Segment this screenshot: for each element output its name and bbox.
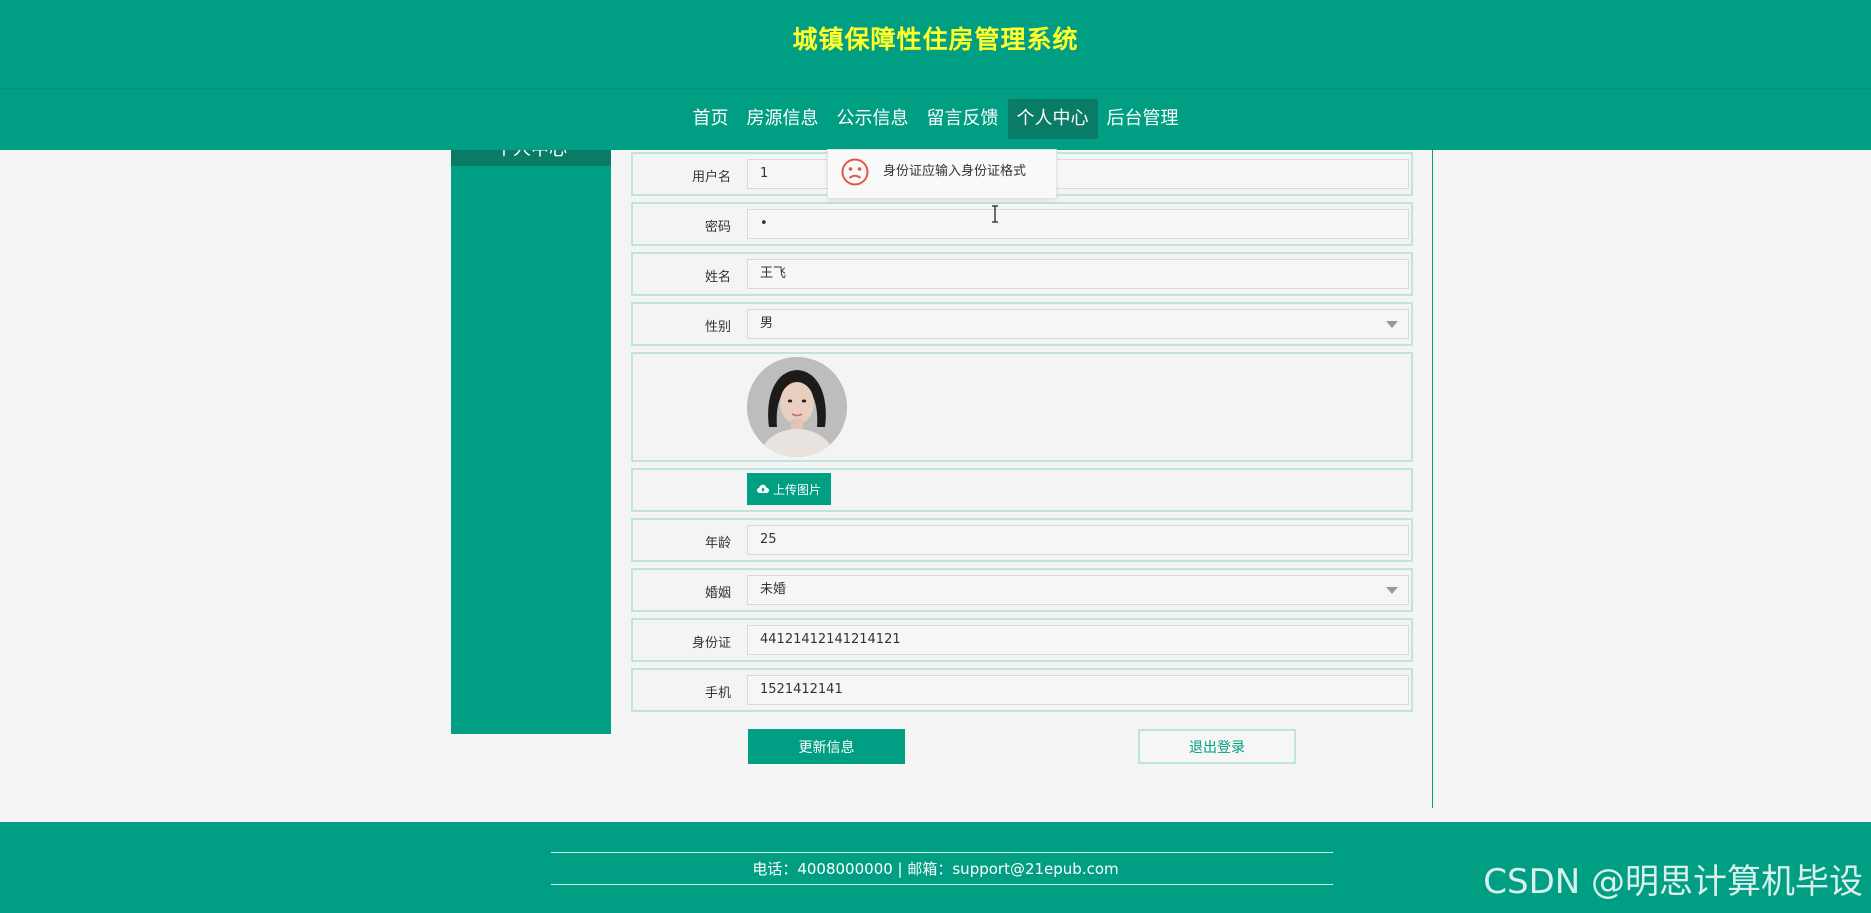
phone-input[interactable]: 1521412141 (747, 675, 1409, 705)
nav-item-feedback[interactable]: 留言反馈 (918, 99, 1008, 139)
sidebar: 个人中心 (451, 150, 611, 734)
nav-item-personal-center[interactable]: 个人中心 (1007, 99, 1098, 139)
form-row-idcard: 身份证 44121412141214121 (631, 618, 1413, 662)
marriage-select-value: 未婚 (760, 582, 787, 597)
header-divider (0, 88, 1871, 89)
upload-image-label: 上传图片 (772, 482, 821, 497)
footer-divider-top (551, 852, 1333, 853)
gender-select[interactable]: 男 (747, 309, 1409, 339)
gender-label: 性别 (704, 320, 731, 335)
form-row-phone: 手机 1521412141 (631, 668, 1413, 712)
watermark: CSDN @明思计算机毕设 (1483, 862, 1863, 902)
password-input[interactable]: • (747, 209, 1409, 239)
password-label: 密码 (704, 220, 731, 235)
upload-image-button[interactable]: 上传图片 (747, 473, 831, 505)
update-info-button[interactable]: 更新信息 (748, 729, 905, 764)
form-row-password: 密码 • (631, 202, 1413, 246)
marriage-label: 婚姻 (704, 586, 731, 601)
page: 城镇保障性住房管理系统 首页 房源信息 公示信息 留言反馈 个人中心 后台管理 … (0, 0, 1871, 913)
site-title: 城镇保障性住房管理系统 (792, 25, 1079, 54)
sad-face-icon (841, 158, 869, 186)
tooltip-message: 身份证应输入身份证格式 (883, 164, 1027, 179)
age-label: 年龄 (704, 536, 731, 551)
chevron-down-icon (1386, 321, 1398, 328)
cloud-upload-icon (756, 484, 769, 493)
sidebar-title[interactable]: 个人中心 (451, 150, 611, 166)
nav-item-notice[interactable]: 公示信息 (828, 99, 918, 139)
form-row-name: 姓名 王飞 (631, 252, 1413, 296)
footer-divider-bottom (551, 884, 1333, 885)
idcard-input[interactable]: 44121412141214121 (747, 625, 1409, 655)
phone-label: 手机 (704, 686, 731, 701)
name-label: 姓名 (704, 270, 731, 285)
form-row-avatar (631, 352, 1413, 462)
text-cursor-icon (992, 205, 998, 223)
form-row-upload: 上传图片 (631, 468, 1413, 512)
name-input[interactable]: 王飞 (747, 259, 1409, 289)
logout-button[interactable]: 退出登录 (1138, 729, 1296, 764)
form-row-gender: 性别 男 (631, 302, 1413, 346)
nav-item-home[interactable]: 首页 (684, 99, 738, 139)
marriage-select[interactable]: 未婚 (747, 575, 1409, 605)
form-row-age: 年龄 25 (631, 518, 1413, 562)
content-divider (1432, 150, 1433, 808)
header: 城镇保障性住房管理系统 首页 房源信息 公示信息 留言反馈 个人中心 后台管理 (0, 0, 1871, 150)
username-label: 用户名 (691, 170, 731, 185)
nav-item-housing[interactable]: 房源信息 (738, 99, 828, 139)
avatar (747, 357, 847, 457)
footer: 电话：4008000000 | 邮箱：support@21epub.com CS… (0, 822, 1871, 913)
chevron-down-icon (1386, 587, 1398, 594)
idcard-label: 身份证 (691, 636, 731, 651)
nav-item-admin[interactable]: 后台管理 (1098, 99, 1188, 139)
validation-tooltip: 身份证应输入身份证格式 (827, 149, 1057, 199)
gender-select-value: 男 (760, 316, 774, 331)
age-input[interactable]: 25 (747, 525, 1409, 555)
main-nav: 首页 房源信息 公示信息 留言反馈 个人中心 后台管理 (0, 99, 1871, 139)
form-row-marriage: 婚姻 未婚 (631, 568, 1413, 612)
avatar-portrait-icon (747, 357, 847, 457)
